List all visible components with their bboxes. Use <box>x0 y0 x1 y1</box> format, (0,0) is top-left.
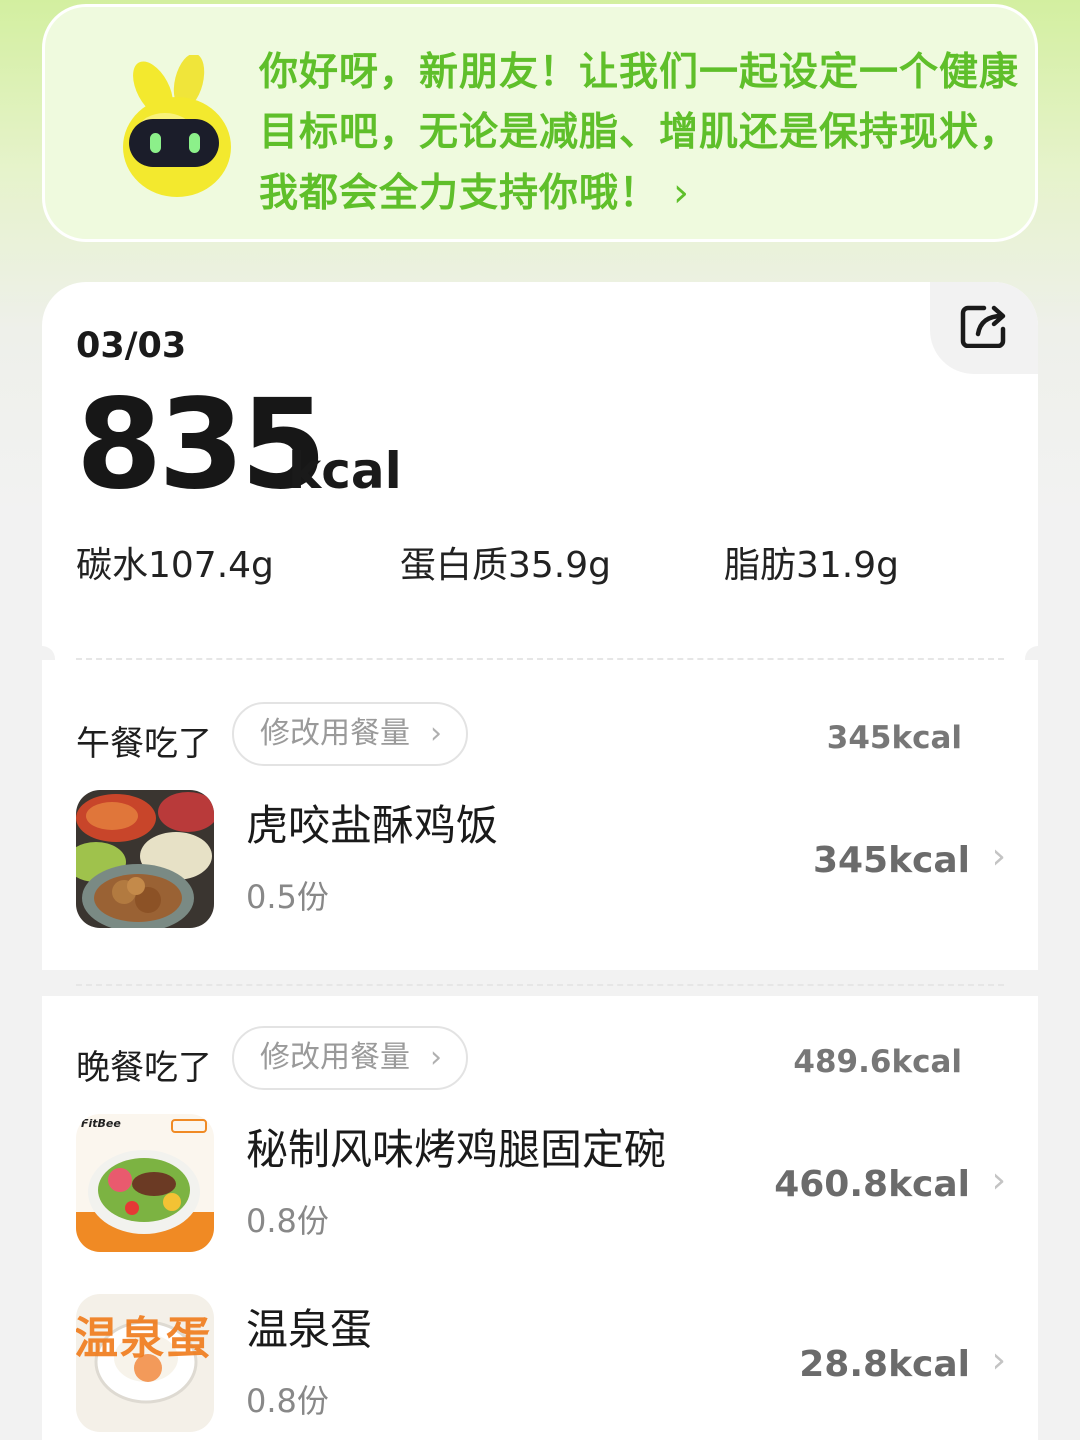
food-item[interactable]: FitBee 秘制风味烤鸡腿固定碗 0.8份 460.8kcal › <box>76 1114 1006 1252</box>
dinner-card: 晚餐吃了 修改用餐量 › 489.6kcal FitBee 秘制风味烤鸡腿固定碗… <box>42 996 1038 1440</box>
food-item[interactable]: 温泉蛋 温泉蛋 0.8份 28.8kcal › <box>76 1294 1006 1432</box>
total-kcal-value: 835 <box>76 373 327 517</box>
food-image: FitBee <box>76 1114 214 1252</box>
food-name: 秘制风味烤鸡腿固定碗 <box>246 1125 667 1174</box>
food-kcal: 28.8kcal <box>799 1344 970 1385</box>
divider <box>76 984 1004 986</box>
edit-portion-button[interactable]: 修改用餐量 › <box>232 702 468 766</box>
edit-portion-button[interactable]: 修改用餐量 › <box>232 1026 468 1090</box>
lunch-card: 午餐吃了 修改用餐量 › 345kcal 虎咬盐酥鸡饭 0.5份 345kcal <box>42 660 1038 986</box>
chevron-right-icon: › <box>991 1160 1006 1201</box>
food-kcal: 345kcal <box>812 840 970 881</box>
chevron-right-icon: › <box>673 170 691 216</box>
food-portion: 0.8份 <box>246 1202 329 1240</box>
card-notch <box>29 970 55 996</box>
daily-summary-card: 03/03 835 kcal 碳水107.4g 蛋白质35.9g 脂肪31.9g <box>42 282 1038 660</box>
summary-date: 03/03 <box>76 326 187 366</box>
chevron-right-icon: › <box>430 716 442 751</box>
meal-total-kcal: 345kcal <box>826 720 962 756</box>
meal-title: 晚餐吃了 <box>76 1048 212 1088</box>
food-item[interactable]: 虎咬盐酥鸡饭 0.5份 345kcal › <box>76 790 1006 928</box>
total-kcal-unit: kcal <box>288 442 402 500</box>
meal-title: 午餐吃了 <box>76 724 212 764</box>
edit-portion-label: 修改用餐量 <box>260 1040 410 1075</box>
macro-fat: 脂肪31.9g <box>724 545 900 586</box>
share-icon <box>960 305 1006 348</box>
food-image-brand: FitBee <box>81 1117 121 1130</box>
macro-carbs: 碳水107.4g <box>76 545 274 586</box>
greeting-message: 你好呀，新朋友！让我们一起设定一个健康目标吧，无论是减脂、增肌还是保持现状，我都… <box>259 43 1049 224</box>
food-name: 虎咬盐酥鸡饭 <box>246 801 499 850</box>
greeting-banner[interactable]: 你好呀，新朋友！让我们一起设定一个健康目标吧，无论是减脂、增肌还是保持现状，我都… <box>42 4 1038 242</box>
food-image <box>76 790 214 928</box>
robot-mascot-icon <box>123 55 231 197</box>
food-image: 温泉蛋 <box>76 1294 214 1432</box>
edit-portion-label: 修改用餐量 <box>260 716 410 751</box>
chevron-right-icon: › <box>991 1340 1006 1381</box>
food-name: 温泉蛋 <box>246 1305 373 1354</box>
food-kcal: 460.8kcal <box>774 1164 970 1205</box>
chevron-right-icon: › <box>991 836 1006 877</box>
food-image-text: 温泉蛋 <box>76 1313 212 1364</box>
greeting-text: 你好呀，新朋友！让我们一起设定一个健康目标吧，无论是减脂、增肌还是保持现状，我都… <box>259 50 1020 216</box>
macro-protein: 蛋白质35.9g <box>400 545 612 586</box>
card-notch <box>1025 970 1051 996</box>
share-button[interactable] <box>930 282 1038 374</box>
food-portion: 0.8份 <box>246 1382 329 1420</box>
chevron-right-icon: › <box>430 1040 442 1075</box>
food-portion: 0.5份 <box>246 878 329 916</box>
meal-total-kcal: 489.6kcal <box>793 1044 962 1080</box>
